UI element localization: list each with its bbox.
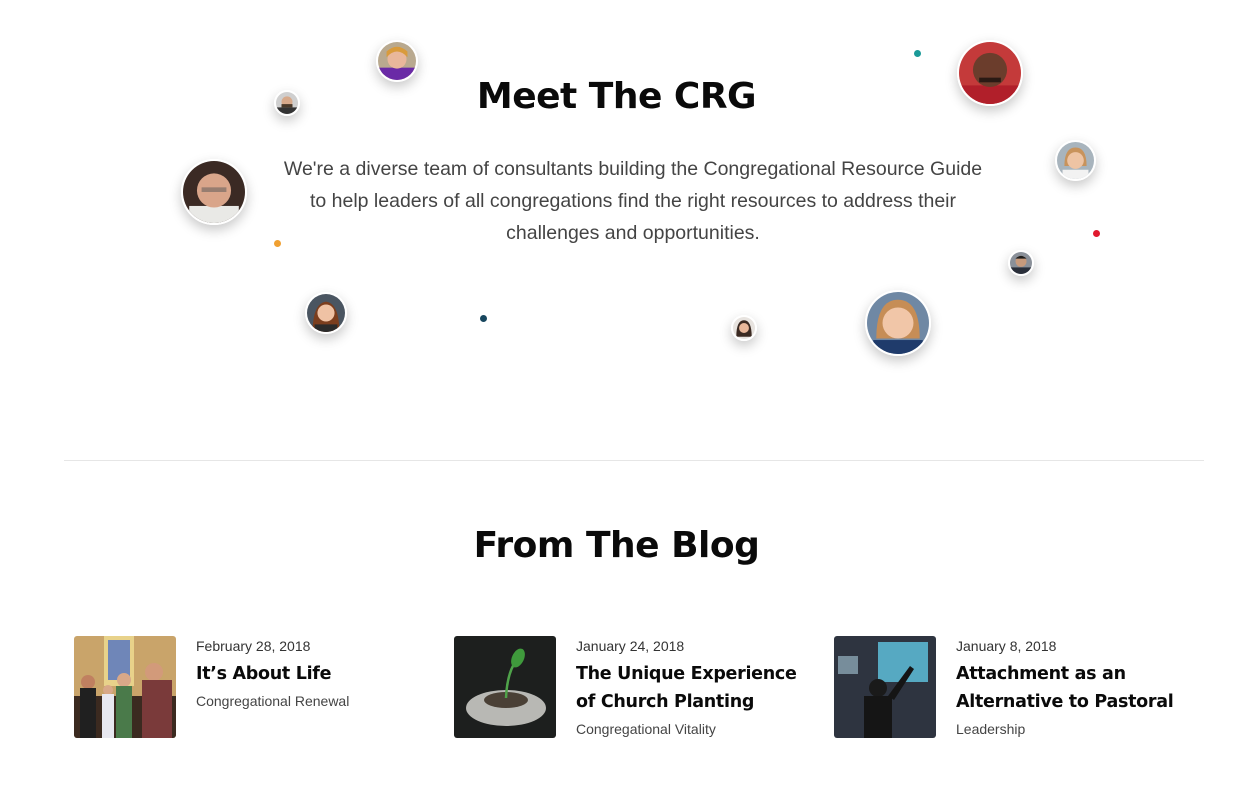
section-divider [64, 460, 1204, 461]
team-member-avatar[interactable] [181, 159, 247, 225]
blog-post-thumbnail[interactable] [454, 636, 556, 738]
blog-post-category[interactable]: Leadership [956, 719, 1188, 739]
decorative-dot [914, 50, 921, 57]
decorative-dot [480, 315, 487, 322]
blog-post-title[interactable]: Attachment as an Alternative to Pastoral [956, 660, 1188, 716]
team-member-avatar[interactable] [305, 292, 347, 334]
blog-post-card[interactable]: January 24, 2018 The Unique Experience o… [454, 636, 814, 746]
blog-post-thumbnail[interactable] [834, 636, 936, 738]
blog-post-date: January 24, 2018 [576, 638, 685, 654]
blog-post-card[interactable]: January 8, 2018 Attachment as an Alterna… [834, 636, 1194, 746]
blog-post-card[interactable]: February 28, 2018 It’s About Life Congre… [74, 636, 434, 746]
team-member-avatar[interactable] [865, 290, 931, 356]
blog-post-info: February 28, 2018 It’s About Life Congre… [196, 638, 428, 711]
team-member-avatar[interactable] [731, 315, 757, 341]
blog-post-title[interactable]: It’s About Life [196, 660, 428, 688]
blog-post-info: January 8, 2018 Attachment as an Alterna… [956, 638, 1188, 739]
decorative-dot [1093, 230, 1100, 237]
blog-post-category[interactable]: Congregational Vitality [576, 719, 808, 739]
blog-post-thumbnail[interactable] [74, 636, 176, 738]
blog-post-category[interactable]: Congregational Renewal [196, 691, 428, 711]
blog-post-date: February 28, 2018 [196, 638, 311, 654]
team-section-title: Meet The CRG [476, 76, 757, 117]
team-intro-text: We're a diverse team of consultants buil… [283, 158, 983, 244]
blog-post-info: January 24, 2018 The Unique Experience o… [576, 638, 808, 739]
blog-post-title[interactable]: The Unique Experience of Church Planting [576, 660, 808, 716]
team-member-avatar[interactable] [1055, 140, 1096, 181]
blog-section-title: From The Blog [473, 525, 760, 566]
team-section: Meet The CRG We're a diverse team of con… [0, 0, 1233, 460]
team-member-avatar[interactable] [1008, 250, 1034, 276]
blog-post-date: January 8, 2018 [956, 638, 1057, 654]
